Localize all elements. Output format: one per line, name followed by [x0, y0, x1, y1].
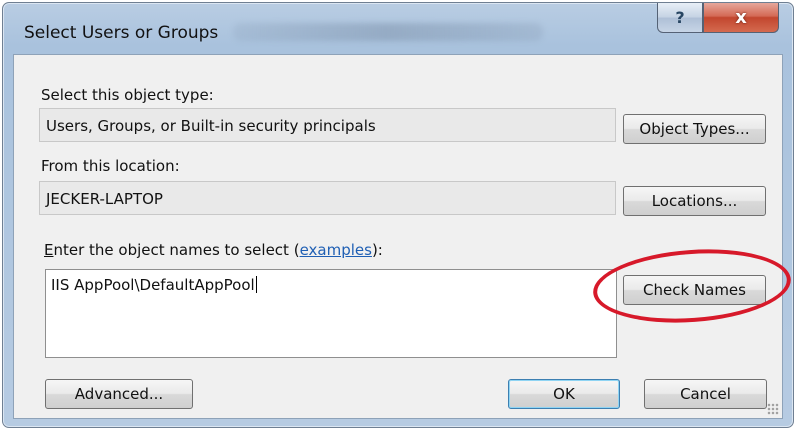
- label-suffix: ):: [371, 241, 383, 259]
- ok-button[interactable]: OK: [508, 379, 620, 409]
- object-names-input[interactable]: IIS AppPool\DefaultAppPool: [45, 269, 617, 358]
- examples-link[interactable]: examples: [300, 241, 372, 259]
- location-label: From this location:: [41, 157, 180, 175]
- object-names-value: IIS AppPool\DefaultAppPool: [51, 276, 257, 294]
- object-types-button[interactable]: Object Types...: [623, 114, 766, 144]
- text-caret: [255, 276, 257, 293]
- blurred-title-background: [233, 23, 543, 41]
- location-field: JECKER-LAPTOP: [39, 181, 616, 215]
- close-button[interactable]: x: [703, 3, 779, 33]
- object-names-label: Enter the object names to select (exampl…: [44, 241, 383, 259]
- select-users-dialog: Select Users or Groups ? x Select this o…: [2, 2, 794, 428]
- label-prefix: nter the object names to select (: [53, 241, 300, 259]
- dialog-title: Select Users or Groups: [24, 23, 219, 43]
- close-icon: x: [735, 7, 747, 28]
- locations-button[interactable]: Locations...: [623, 186, 766, 216]
- help-button[interactable]: ?: [657, 3, 703, 33]
- object-names-text: IIS AppPool\DefaultAppPool: [51, 276, 255, 294]
- title-bar[interactable]: Select Users or Groups ? x: [3, 3, 793, 55]
- object-type-label: Select this object type:: [41, 86, 214, 104]
- resize-grip-icon[interactable]: [767, 403, 779, 415]
- help-icon: ?: [675, 8, 685, 27]
- dialog-body: Select this object type: Users, Groups, …: [13, 54, 783, 419]
- cancel-button[interactable]: Cancel: [644, 379, 767, 409]
- advanced-button[interactable]: Advanced...: [45, 379, 193, 409]
- object-type-field: Users, Groups, or Built-in security prin…: [39, 108, 616, 142]
